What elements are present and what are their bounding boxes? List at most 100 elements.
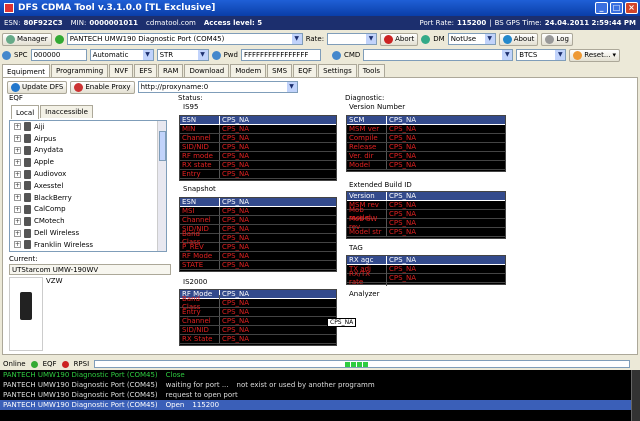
tree-item[interactable]: + Axesstel [10,180,166,192]
expand-icon[interactable]: + [14,182,21,190]
is2000-table: RF Mode CPS_NA Band Class CPS_NA Entry CPS_NA… [179,289,337,346]
tree-item[interactable]: + BlackBerry [10,192,166,204]
log-button[interactable]: Log [541,32,573,46]
tree-item-label: Airpus [34,134,57,143]
tab-ram[interactable]: RAM [158,64,184,77]
is95-label: IS95 [183,103,199,111]
phone-icon [24,216,31,226]
table-row: Channel CPS_NA [180,317,336,326]
expand-icon[interactable]: + [14,205,21,213]
row-value: CPS_NA [389,125,417,133]
cmd-select[interactable]: ▼ [363,49,514,61]
cmd-value: BTCS [519,51,538,59]
tab-programming[interactable]: Programming [51,64,109,77]
tree-item[interactable]: + CalComp [10,204,166,216]
expand-icon[interactable]: + [14,217,21,225]
tab-sms[interactable]: SMS [267,64,293,77]
scroll-thumb[interactable] [159,131,166,161]
row-label: SID/NID [180,326,220,334]
eqf-status-icon [30,360,38,368]
port-select[interactable]: PANTECH UMW190 Diagnostic Port (COM45) ▼ [66,33,303,45]
about-button[interactable]: About [498,32,539,46]
proxy-url-value: http://proxyname:0 [140,83,209,91]
mode2-select[interactable]: STR ▼ [156,49,209,61]
tab-modem[interactable]: Modem [230,64,267,77]
proxy-icon [74,82,84,92]
expand-icon[interactable]: + [14,194,21,202]
rate-label: Rate: [305,35,325,43]
manufacturer-tree[interactable]: + Aiji + Airpus + Anydata + Apple + Audiovox + Axes… [9,120,167,252]
proxy-url-select[interactable]: http://proxyname:0 ▼ [137,81,298,93]
tab-download[interactable]: Download [184,64,230,77]
reset-button[interactable]: Reset... ▾ [569,48,621,62]
status-group-label: Status: [178,94,203,102]
tab-tools[interactable]: Tools [357,64,386,77]
tree-item[interactable]: + Audiovox [10,168,166,180]
tree-item[interactable]: + Aiji [10,121,166,133]
tree-item[interactable]: + CMotech [10,215,166,227]
tree-item[interactable]: + Airpus [10,133,166,145]
version-table: SCM CPS_NA MSM ver CPS_NA Compile CPS_NA Relea… [346,115,506,172]
row-value: CPS_NA [389,143,417,151]
snapshot-table: ESN CPS_NA MSI CPS_NA Channel CPS_NA SID/NID CP… [179,197,337,272]
rate-select[interactable]: ▼ [327,33,378,45]
chevron-down-icon: ▾ [612,51,617,59]
expand-icon[interactable]: + [14,170,21,178]
expand-icon[interactable]: + [14,229,21,237]
abort-button[interactable]: Abort [380,32,419,46]
log-val: 115200 [192,401,220,409]
tab-eqf[interactable]: EQF [293,64,318,77]
row-label: ESN [180,116,220,124]
log-panel[interactable]: PANTECH UMW190 Diagnostic Port (COM45) Cl… [0,370,640,421]
connect-icon[interactable] [54,34,64,44]
maximize-button[interactable]: □ [610,2,623,14]
tab-nvf[interactable]: NVF [109,64,134,77]
enable-proxy-button[interactable]: Enable Proxy [70,80,135,94]
expand-icon[interactable]: + [14,146,21,154]
analyzer-label: Analyzer [349,290,380,298]
manager-button[interactable]: Manager [2,32,52,46]
row-label: Channel [180,317,220,325]
diagnostic-group-label: Diagnostic: [345,94,385,102]
minimize-button[interactable]: _ [595,2,608,14]
tree-item[interactable]: + Anydata [10,145,166,157]
expand-icon[interactable]: + [14,135,21,143]
update-dfs-button[interactable]: Update DFS [7,80,68,94]
cmd-label: CMD [343,51,361,59]
update-label: Update DFS [22,83,64,91]
row-value: CPS_NA [222,152,250,160]
expand-icon[interactable]: + [14,241,21,249]
row-value: CPS_NA [222,125,250,133]
tooltip: CPS_NA [327,318,357,327]
row-value: CPS_NA [389,161,417,169]
equipment-toolbar: Update DFS Enable Proxy http://proxyname… [5,79,325,95]
reset-label: Reset... [584,51,611,59]
close-button[interactable]: × [625,2,638,14]
expand-icon[interactable]: + [14,123,21,131]
tree-scrollbar[interactable] [157,121,166,251]
phone-icon [24,181,31,191]
chevron-down-icon: ▼ [555,50,566,60]
tree-item[interactable]: + Franklin Wireless [10,239,166,251]
dm-value: NotUse [450,35,477,43]
expand-icon[interactable]: + [14,158,21,166]
tree-item-label: Apple [34,158,54,167]
tab-equipment[interactable]: Equipment [2,64,50,78]
tab-local[interactable]: Local [11,105,40,119]
tab-inaccessible[interactable]: Inaccessible [40,105,93,118]
cmd-value-select[interactable]: BTCS ▼ [516,49,567,61]
mode-select[interactable]: Automatic ▼ [89,49,154,61]
info-icon [502,34,512,44]
tree-item[interactable]: + Dell Wireless [10,227,166,239]
log-scrollbar[interactable] [631,370,640,421]
esn-label: ESN: [4,19,21,27]
table-row: STATE CPS_NA [180,261,336,270]
tab-efs[interactable]: EFS [134,64,158,77]
log-val: not exist or used by another programm [236,381,375,389]
pwd-input[interactable]: FFFFFFFFFFFFFFFF [240,49,321,61]
chevron-down-icon: ▼ [366,34,377,44]
dm-select[interactable]: NotUse ▼ [447,33,496,45]
tab-settings[interactable]: Settings [318,64,357,77]
tree-item[interactable]: + Apple [10,156,166,168]
spc-input[interactable]: 000000 [30,49,87,61]
